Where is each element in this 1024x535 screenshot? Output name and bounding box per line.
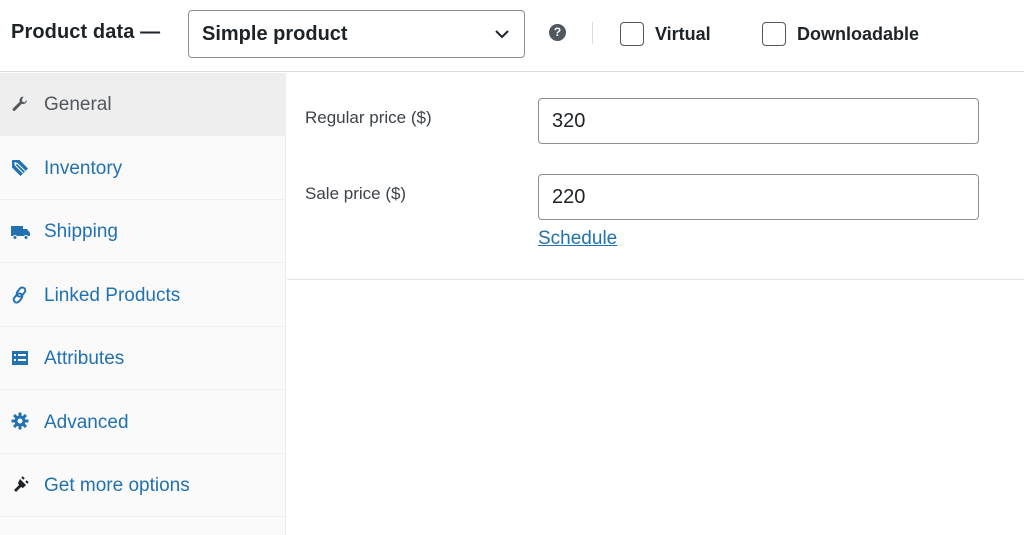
- help-icon[interactable]: ?: [549, 24, 566, 41]
- list-icon: [12, 351, 28, 365]
- tab-inventory[interactable]: Inventory: [0, 137, 286, 200]
- general-tab-content: Regular price ($) Sale price ($) Schedul…: [287, 73, 1024, 280]
- panel-title: Product data —: [11, 21, 161, 43]
- truck-icon: [11, 226, 30, 240]
- chevron-down-icon: [495, 30, 509, 39]
- header-divider: [592, 22, 593, 44]
- downloadable-label: Downloadable: [797, 23, 920, 44]
- tab-attributes[interactable]: Attributes: [0, 327, 286, 390]
- tag-icon: [12, 160, 28, 176]
- schedule-link[interactable]: Schedule: [538, 228, 617, 250]
- regular-price-label: Regular price ($): [305, 108, 432, 127]
- tab-shipping[interactable]: Shipping: [0, 200, 286, 263]
- tab-get-more-options[interactable]: Get more options: [0, 454, 286, 517]
- sale-price-input[interactable]: [538, 174, 979, 220]
- wrench-icon: [12, 96, 27, 111]
- plugin-icon: [14, 476, 29, 492]
- link-icon: [12, 286, 27, 304]
- product-type-value: Simple product: [202, 22, 348, 45]
- tab-advanced-label: Advanced: [44, 412, 129, 433]
- virtual-option[interactable]: Virtual: [620, 22, 711, 46]
- product-data-header: Product data — Simple product ? Virtual …: [0, 0, 1024, 72]
- product-data-tabs: General Inventory Shipping Linked Produc…: [0, 73, 286, 535]
- gear-icon: [11, 412, 29, 430]
- downloadable-checkbox[interactable]: [762, 22, 786, 46]
- tab-linked-products[interactable]: Linked Products: [0, 264, 286, 327]
- product-data-panel: Product data — Simple product ? Virtual …: [0, 0, 1024, 535]
- tab-advanced[interactable]: Advanced: [0, 391, 286, 454]
- tab-general-label: General: [44, 94, 112, 115]
- tab-attributes-label: Attributes: [44, 348, 125, 369]
- downloadable-option[interactable]: Downloadable: [762, 22, 919, 46]
- tab-inventory-label: Inventory: [44, 158, 123, 179]
- virtual-checkbox[interactable]: [620, 22, 644, 46]
- regular-price-input[interactable]: [538, 98, 979, 144]
- tab-get-more-options-label: Get more options: [44, 475, 190, 496]
- sale-price-label: Sale price ($): [305, 184, 407, 203]
- tab-general[interactable]: General: [0, 73, 286, 136]
- product-type-select[interactable]: Simple product: [188, 10, 525, 58]
- virtual-label: Virtual: [655, 23, 711, 44]
- tab-linked-products-label: Linked Products: [44, 285, 181, 306]
- tab-shipping-label: Shipping: [44, 221, 118, 242]
